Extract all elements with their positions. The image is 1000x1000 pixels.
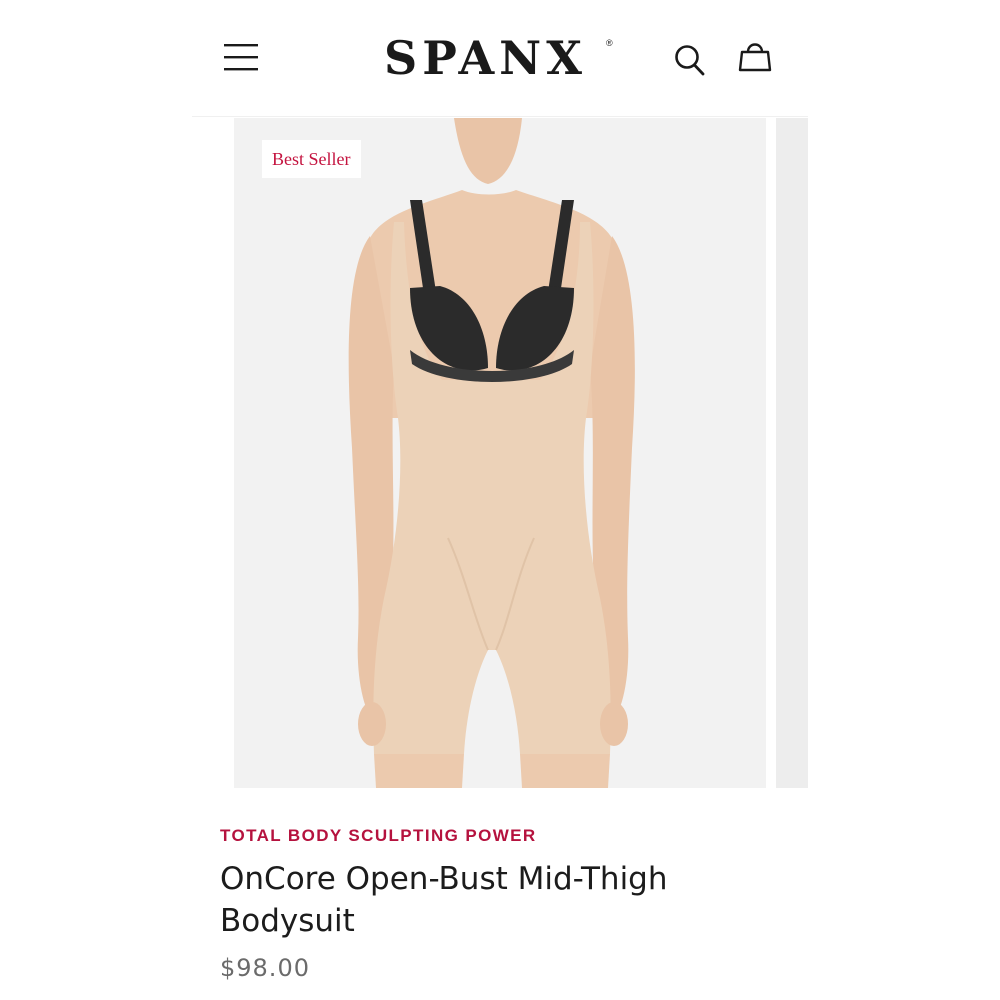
product-page: SPANX ® Best Seller TOTAL BODY SCULPTING… bbox=[0, 0, 1000, 1000]
hamburger-menu-icon[interactable] bbox=[222, 40, 262, 74]
product-image-carousel[interactable]: Best Seller bbox=[234, 118, 808, 788]
header-divider bbox=[192, 116, 808, 117]
product-image bbox=[234, 118, 766, 788]
product-category: TOTAL BODY SCULPTING POWER bbox=[220, 826, 537, 845]
best-seller-badge: Best Seller bbox=[262, 140, 361, 178]
shopping-bag-icon[interactable] bbox=[736, 38, 774, 76]
site-header: SPANX ® bbox=[0, 0, 1000, 116]
carousel-slide-next-peek[interactable] bbox=[776, 118, 808, 788]
registered-mark: ® bbox=[606, 38, 613, 48]
search-icon[interactable] bbox=[672, 42, 708, 80]
brand-logo[interactable]: SPANX bbox=[384, 30, 587, 86]
product-title[interactable]: OnCore Open-Bust Mid-Thigh Bodysuit bbox=[220, 858, 780, 942]
product-price: $98.00 bbox=[220, 954, 310, 982]
carousel-slide-current[interactable]: Best Seller bbox=[234, 118, 766, 788]
